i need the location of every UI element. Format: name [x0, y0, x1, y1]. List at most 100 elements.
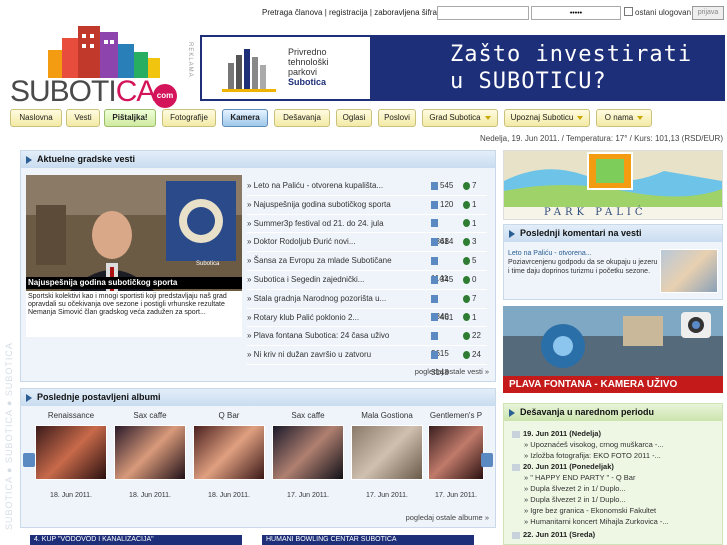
park-palic-banner[interactable]: PARK PALIĆ — [503, 150, 723, 220]
nav-grad-subotica[interactable]: Grad Subotica — [422, 109, 498, 127]
list-item[interactable]: » Ni kriv ni dužan završio u zatvoru 3148… — [247, 346, 487, 377]
featured-caption: Najuspešnija godina subotičkog sporta Sp… — [26, 277, 242, 337]
featured-news[interactable]: Subotica Najuspešnija godina subotičkog … — [26, 175, 242, 337]
username-input[interactable] — [437, 6, 529, 20]
nav-kamera[interactable]: Kamera — [222, 109, 268, 127]
featured-title[interactable]: Najuspešnija godina subotičkog sporta — [26, 277, 242, 289]
carousel-next-icon[interactable] — [481, 453, 493, 467]
comment-thumb[interactable] — [660, 249, 718, 293]
list-item[interactable]: » Stala gradnja Narodnog pozorišta u... 1… — [247, 290, 487, 321]
event-item[interactable]: » Dupla šlvezet 2 in 1/ Duplo... — [524, 495, 626, 504]
account-links[interactable]: Pretraga članova | registracija | zabora… — [262, 8, 437, 17]
login-button[interactable]: prijava — [692, 6, 724, 20]
comment-link[interactable]: Leto na Paliću - otvorena... — [508, 250, 592, 257]
views-icon — [431, 200, 438, 209]
views-icon — [431, 275, 438, 284]
album-card[interactable]: Renaissance 18. Jun 2011. — [31, 411, 111, 499]
events-title: Dešavanja u narednom periodu — [504, 404, 722, 421]
comments-icon — [463, 181, 470, 190]
live-camera-banner[interactable]: PLAVA FONTANA - KAMERA UŽIVO — [503, 306, 723, 393]
list-item[interactable]: » Doktor Rodoljub Đurić novi... 484 3 — [247, 233, 487, 253]
views-icon — [431, 351, 438, 360]
event-item[interactable]: » " HAPPY END PARTY " - Q Bar — [524, 473, 635, 482]
bottom-ad-left[interactable]: 4. KUP "VODOVOD I KANALIZACIJA" — [30, 535, 242, 545]
comment-text: Poziavrcenjenu godpodu da se okupaju u j… — [508, 259, 658, 275]
nav-o-nama[interactable]: O nama — [596, 109, 652, 127]
event-day: 22. Jun 2011 (Sreda) — [512, 530, 595, 539]
nav-pistaljka[interactable]: Pištaljka! — [104, 109, 156, 127]
comments-panel: Poslednji komentari na vesti Leto na Pal… — [503, 224, 723, 300]
event-item[interactable]: » Dupla šlvezet 2 in 1/ Duplo... — [524, 484, 626, 493]
views-icon — [431, 294, 438, 303]
list-item[interactable]: » Najuspešnija godina subotičkog sporta 1… — [247, 196, 487, 215]
ad-label: REKLAMA — [187, 42, 193, 78]
album-card[interactable]: Sax caffe 17. Jun 2011. — [268, 411, 348, 499]
album-thumb — [35, 425, 107, 480]
nav-upoznaj-suboticu[interactable]: Upoznaj Suboticu — [504, 109, 590, 127]
banner-headline: Zašto investirati u SUBOTICU? — [450, 42, 693, 94]
carousel-prev-icon[interactable] — [23, 453, 35, 467]
album-card[interactable]: Sax caffe 18. Jun 2011. — [110, 411, 190, 499]
bottom-ads: 4. KUP "VODOVOD I KANALIZACIJA" HUMANI B… — [30, 535, 480, 545]
password-input[interactable] — [531, 6, 621, 20]
bottom-ad-right[interactable]: HUMANI BOWLING CENTAR SUBOTICA — [262, 535, 474, 545]
site-logo[interactable]: SUBOTICA com — [10, 22, 200, 108]
views-icon — [431, 219, 438, 228]
nav-naslovna[interactable]: Naslovna — [10, 109, 62, 127]
banner-logo-area: Privredno tehnološki parkovi Subotica — [202, 37, 370, 99]
camera-label: PLAVA FONTANA - KAMERA UŽIVO — [503, 376, 723, 393]
views-icon — [431, 238, 438, 247]
comments-icon — [463, 257, 470, 266]
chevron-down-icon — [484, 115, 491, 120]
album-card[interactable]: Q Bar 18. Jun 2011. — [189, 411, 269, 499]
album-card[interactable]: Gentlemen's P 17. Jun 2011. — [426, 411, 486, 499]
news-panel: Aktuelne gradske vesti Subotica Najuspeš… — [20, 150, 496, 382]
album-thumb — [114, 425, 186, 480]
albums-title: Poslednje postavljeni albumi — [21, 389, 495, 406]
more-albums-link[interactable]: pogledaj ostale albume » — [406, 513, 489, 522]
park-palic-map — [504, 151, 722, 207]
banner-left-text: Privredno tehnološki parkovi Subotica — [288, 47, 329, 87]
albums-panel: Poslednje postavljeni albumi Renaissance… — [20, 388, 496, 528]
list-item[interactable]: » Rotary klub Palić poklonio 2... 461 1 — [247, 309, 487, 328]
event-day: 20. Jun 2011 (Ponedeljak) — [512, 462, 614, 471]
event-day: 19. Jun 2011 (Nedelja) — [512, 429, 601, 438]
banner-headline-area: Zašto investirati u SUBOTICU? — [370, 37, 723, 99]
views-icon — [431, 257, 438, 266]
events-panel: Dešavanja u narednom periodu 19. Jun 201… — [503, 403, 723, 545]
comments-icon — [463, 294, 470, 303]
left-watermark: SUBOTICA ● SUBOTICA ● SUBOTICA — [4, 342, 14, 530]
album-thumb — [351, 425, 423, 480]
comments-title: Poslednji komentari na vesti — [504, 225, 722, 242]
nav-oglasi[interactable]: Oglasi — [336, 109, 372, 127]
nav-poslovi[interactable]: Poslovi — [378, 109, 416, 127]
comments-icon — [463, 238, 470, 247]
list-item[interactable]: » Leto na Paliću - otvorena kupališta...… — [247, 177, 487, 196]
list-item[interactable]: » Plava fontana Subotica: 24 časa uživo 3… — [247, 327, 487, 358]
remember-checkbox[interactable] — [624, 7, 633, 16]
event-item[interactable]: » Humanitarni koncert Mihajla Zurkovica … — [524, 517, 669, 526]
nav-vesti[interactable]: Vesti — [66, 109, 100, 127]
views-icon — [431, 332, 438, 341]
comments-icon — [463, 313, 470, 322]
list-item[interactable]: » Subotica i Segedin zajednički... 345 0 — [247, 271, 487, 290]
featured-text: Sportski kolektivi kao i mnogi sportisti… — [28, 293, 227, 316]
news-list: » Leto na Paliću - otvorena kupališta...… — [247, 177, 487, 377]
more-news-link[interactable]: pogledaj ostale vesti » — [415, 367, 489, 376]
event-item[interactable]: » Igre bez granica - Ekonomski Fakultet — [524, 506, 656, 515]
views-icon — [431, 313, 438, 322]
logo-buildings-icon — [48, 26, 160, 78]
event-item[interactable]: » Upoznaćeš visokog, crnog muškarca -... — [524, 440, 664, 449]
ad-banner[interactable]: Privredno tehnološki parkovi Subotica Za… — [200, 35, 725, 101]
comments-icon — [463, 332, 470, 341]
nav-desavanja[interactable]: Dešavanja — [274, 109, 330, 127]
event-item[interactable]: » Izložba fotografija: EKO FOTO 2011 -..… — [524, 451, 661, 460]
featured-sign: Subotica — [196, 261, 220, 267]
nav-fotografije[interactable]: Fotografije — [162, 109, 216, 127]
list-item[interactable]: » Summer3p festival od 21. do 24. jula 23… — [247, 215, 487, 246]
comments-icon — [463, 351, 470, 360]
album-card[interactable]: Mala Gostiona 17. Jun 2011. — [347, 411, 427, 499]
comment-item: Leto na Paliću - otvorena... Poziavrcenj… — [508, 249, 658, 276]
chevron-down-icon — [637, 115, 644, 120]
list-item[interactable]: » Šansa za Evropu za mlade Subotičane 114… — [247, 252, 487, 283]
